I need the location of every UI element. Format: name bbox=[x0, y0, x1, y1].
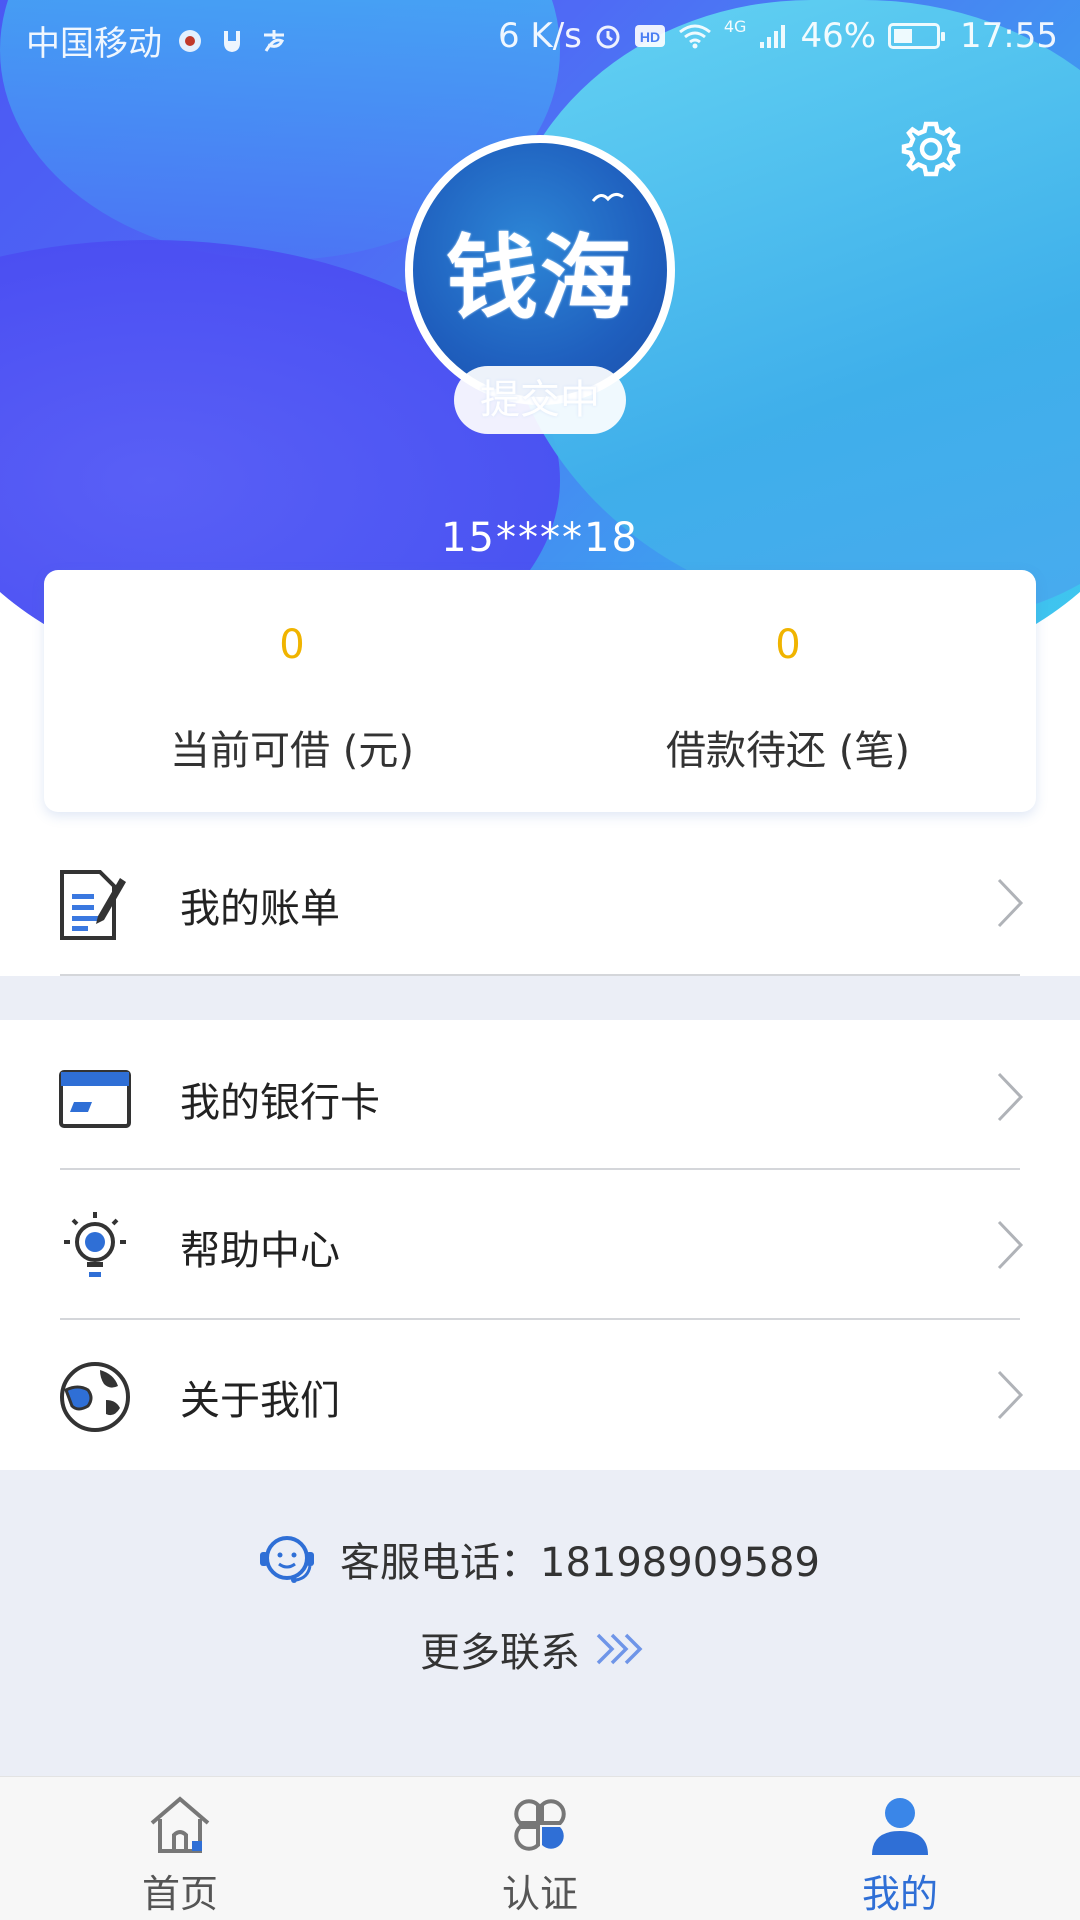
stat-value: 0 bbox=[279, 622, 305, 668]
status-bar: 中国移动 6 K/s HD 4G 46% 17:55 bbox=[0, 0, 1080, 76]
menu-label: 帮助中心 bbox=[180, 1228, 340, 1274]
chevron-right-icon bbox=[997, 1220, 1024, 1270]
status-badge: 提交中 bbox=[454, 366, 626, 434]
chevron-right-icon bbox=[997, 1072, 1024, 1122]
tab-label: 我的 bbox=[861, 1872, 938, 1916]
hd-icon: HD bbox=[634, 25, 665, 47]
menu-label: 关于我们 bbox=[180, 1378, 340, 1424]
home-icon bbox=[150, 1796, 210, 1853]
menu-item-bank-card[interactable]: 我的银行卡 bbox=[0, 1022, 1080, 1170]
battery-icon bbox=[888, 23, 946, 49]
clock: 17:55 bbox=[960, 16, 1058, 56]
alipay-icon bbox=[264, 29, 285, 52]
svg-text:HD: HD bbox=[640, 29, 660, 45]
signal-icon bbox=[760, 25, 786, 48]
stat-available-credit[interactable]: 0 当前可借 (元) bbox=[44, 570, 540, 812]
verify-icon bbox=[514, 1799, 566, 1851]
shield-icon bbox=[224, 30, 240, 52]
more-contacts-label: 更多联系 bbox=[420, 1630, 580, 1676]
stat-label: 借款待还 (笔) bbox=[666, 728, 910, 774]
chevron-right-icon bbox=[997, 878, 1024, 928]
menu-label: 我的账单 bbox=[180, 886, 340, 932]
stat-value: 0 bbox=[775, 622, 801, 668]
stats-card: 0 当前可借 (元) 0 借款待还 (笔) bbox=[44, 570, 1036, 812]
lightbulb-icon bbox=[64, 1212, 126, 1277]
section-gap bbox=[0, 976, 1080, 1020]
avatar[interactable]: 钱海 bbox=[405, 135, 675, 405]
stat-label: 当前可借 (元) bbox=[170, 728, 414, 774]
gear-icon[interactable] bbox=[900, 118, 962, 180]
triple-chevron-right-icon bbox=[596, 1633, 643, 1665]
tab-label: 首页 bbox=[141, 1872, 218, 1916]
seagull-icon bbox=[591, 192, 624, 202]
tab-label: 认证 bbox=[501, 1872, 578, 1916]
profile-screen: 中国移动 6 K/s HD 4G 46% 17:55 钱海 提交中 15****… bbox=[0, 0, 1080, 1920]
tab-home[interactable]: 首页 bbox=[0, 1777, 360, 1920]
bottom-navigation: 首页 认证 我的 bbox=[0, 1776, 1080, 1920]
notification-icon bbox=[179, 29, 201, 52]
chevron-right-icon bbox=[997, 1370, 1024, 1420]
stat-pending-repayment[interactable]: 0 借款待还 (笔) bbox=[540, 570, 1036, 812]
alarm-icon bbox=[596, 25, 620, 49]
bank-card-icon bbox=[59, 1070, 131, 1128]
menu-item-bill[interactable]: 我的账单 bbox=[0, 828, 1080, 976]
menu-item-about-us[interactable]: 关于我们 bbox=[0, 1320, 1080, 1468]
globe-icon bbox=[60, 1362, 130, 1432]
avatar-logo-text: 钱海 bbox=[445, 223, 634, 332]
network-speed: 6 K/s bbox=[497, 16, 582, 56]
network-type: 4G bbox=[723, 16, 747, 36]
more-contacts-link[interactable]: 更多联系 bbox=[420, 1620, 650, 1678]
battery-percent: 46% bbox=[800, 16, 877, 56]
customer-service-icon bbox=[260, 1536, 314, 1583]
customer-service-phone[interactable]: 客服电话：18198909589 bbox=[256, 1530, 820, 1588]
contact-section: 客服电话：18198909589 更多联系 bbox=[0, 1470, 1080, 1776]
bill-icon bbox=[60, 870, 126, 940]
phone-number: 18198909589 bbox=[540, 1540, 820, 1586]
carrier-label: 中国移动 bbox=[26, 24, 162, 64]
wifi-icon bbox=[678, 24, 711, 49]
menu-item-help-center[interactable]: 帮助中心 bbox=[0, 1170, 1080, 1318]
tab-mine[interactable]: 我的 bbox=[720, 1777, 1080, 1920]
tab-verify[interactable]: 认证 bbox=[360, 1777, 720, 1920]
user-phone: 15****18 bbox=[441, 515, 639, 561]
menu-label: 我的银行卡 bbox=[180, 1080, 380, 1126]
phone-label: 客服电话： bbox=[340, 1540, 540, 1586]
user-icon bbox=[872, 1798, 928, 1855]
